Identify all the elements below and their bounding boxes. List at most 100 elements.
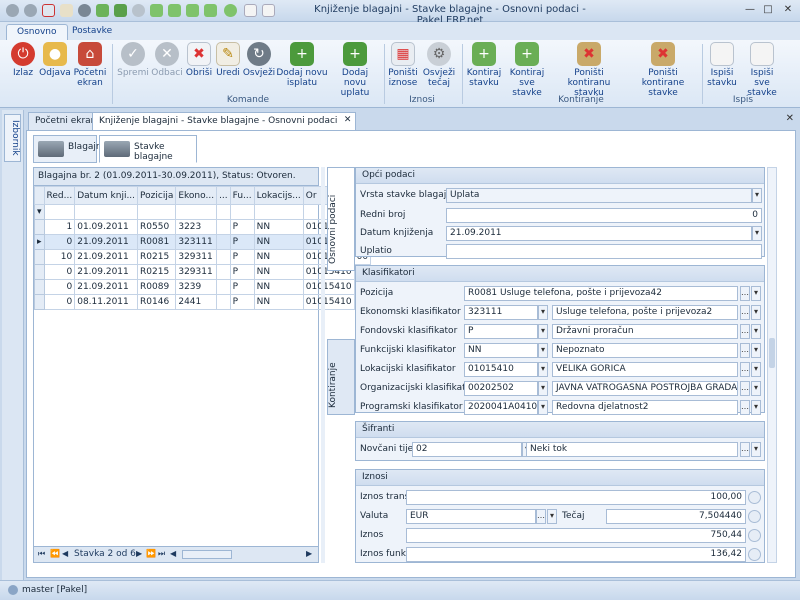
uredi-button[interactable]: ✎ Uredi: [214, 42, 242, 78]
tab-postavke[interactable]: Postavke: [62, 24, 122, 40]
subtab-blagajne[interactable]: Blagajne: [33, 135, 107, 163]
table-cell[interactable]: P: [229, 294, 255, 310]
funkc-input[interactable]: 136,42: [406, 547, 746, 562]
chevron-down-icon[interactable]: ▾: [751, 362, 761, 377]
obrisi-button[interactable]: ✖ Obriši: [184, 42, 214, 78]
odjava-button[interactable]: ● Odjava: [38, 42, 72, 78]
column-header[interactable]: Lokacijs...: [253, 186, 304, 205]
novcani-code-input[interactable]: 02: [412, 442, 522, 457]
minimize-button[interactable]: —: [742, 3, 758, 17]
table-cell[interactable]: NN: [253, 234, 304, 250]
table-cell[interactable]: R0081: [137, 234, 177, 250]
table-cell[interactable]: 21.09.2011: [74, 249, 139, 265]
table-cell[interactable]: P: [229, 219, 255, 235]
chevron-down-icon[interactable]: ▾: [751, 286, 761, 301]
row-pointer-icon[interactable]: ▸: [34, 234, 45, 250]
klasifikator-desc-input[interactable]: JAVNA VATROGASNA POSTROJBA GRADA V...: [552, 381, 738, 396]
document-icon[interactable]: [244, 4, 257, 17]
filter-cell[interactable]: [43, 204, 76, 220]
table-cell[interactable]: P: [229, 249, 255, 265]
klasifikator-code-input[interactable]: P: [464, 324, 538, 339]
chevron-down-icon[interactable]: ▾: [752, 188, 762, 203]
table-cell[interactable]: 10: [43, 249, 76, 265]
filter-cell[interactable]: [175, 204, 218, 220]
row-indicator[interactable]: [34, 249, 45, 265]
klasifikator-desc-input[interactable]: Državni proračun: [552, 324, 738, 339]
ellipsis-button[interactable]: …: [536, 509, 546, 524]
next-page-icon[interactable]: ⏩: [146, 549, 156, 558]
table-cell[interactable]: NN: [253, 294, 304, 310]
row-indicator[interactable]: [34, 219, 45, 235]
table-cell[interactable]: [216, 219, 231, 235]
klasifikator-code-input[interactable]: 01015410: [464, 362, 538, 377]
calculator-icon[interactable]: [748, 548, 761, 561]
settings-icon[interactable]: [132, 4, 145, 17]
ponisti-kontirane-button[interactable]: ✖ Poništi kontirane stavke: [628, 42, 698, 98]
table-cell[interactable]: 1: [43, 219, 76, 235]
vtab-kontiranje[interactable]: Kontiranje: [327, 339, 355, 415]
add-icon[interactable]: [114, 4, 127, 17]
table-cell[interactable]: [216, 279, 231, 295]
delete-icon[interactable]: [42, 4, 55, 17]
table-cell[interactable]: 0: [43, 234, 76, 250]
filter-icon[interactable]: ▾: [34, 204, 45, 220]
calculator-icon[interactable]: [748, 491, 761, 504]
valuta-input[interactable]: EUR: [406, 509, 536, 524]
klasifikator-code-input[interactable]: 00202502: [464, 381, 538, 396]
izbornik-toggle[interactable]: Izbornik: [4, 114, 21, 162]
table-cell[interactable]: 0: [43, 294, 76, 310]
tab-osnovno[interactable]: Osnovno: [6, 24, 68, 40]
calculator-icon[interactable]: [748, 529, 761, 542]
filter-cell[interactable]: [74, 204, 139, 220]
hscroll-thumb[interactable]: [182, 550, 232, 559]
kontiraj-stavku-button[interactable]: + Kontiraj stavku: [464, 42, 504, 88]
chevron-down-icon[interactable]: ▾: [538, 343, 548, 358]
doc-tab-knjizenje[interactable]: Knjiženje blagajni - Stavke blagajne - O…: [92, 112, 357, 130]
ellipsis-button[interactable]: …: [740, 324, 750, 339]
osvjezi-tecaj-button[interactable]: ⚙ Osvježi tečaj: [420, 42, 458, 88]
chevron-down-icon[interactable]: ▾: [751, 381, 761, 396]
chevron-down-icon[interactable]: ▾: [751, 442, 761, 457]
copy-icon[interactable]: [204, 4, 217, 17]
ellipsis-button[interactable]: …: [740, 343, 750, 358]
chevron-down-icon[interactable]: ▾: [538, 324, 548, 339]
prev-page-icon[interactable]: ⏪: [50, 549, 60, 558]
klasifikator-code-input[interactable]: 2020041A04101: [464, 400, 538, 415]
izlaz-button[interactable]: ⏻ Izlaz: [6, 42, 40, 78]
odbaci-button[interactable]: ✕ Odbaci: [150, 42, 184, 78]
table-cell[interactable]: 329311: [175, 249, 218, 265]
document-icon[interactable]: [262, 4, 275, 17]
table-cell[interactable]: 21.09.2011: [74, 279, 139, 295]
ellipsis-button[interactable]: …: [740, 442, 750, 457]
tools-icon[interactable]: [150, 4, 163, 17]
column-header[interactable]: Fu...: [229, 186, 255, 205]
klasifikator-desc-input[interactable]: Nepoznato: [552, 343, 738, 358]
ellipsis-button[interactable]: …: [740, 362, 750, 377]
dodaj-uplatu-button[interactable]: + Dodaj novu uplatu: [330, 42, 380, 98]
filter-cell[interactable]: [229, 204, 255, 220]
chevron-down-icon[interactable]: ▾: [751, 324, 761, 339]
tecaj-input[interactable]: 7,504440: [606, 509, 746, 524]
table-cell[interactable]: P: [229, 279, 255, 295]
row-indicator[interactable]: [34, 279, 45, 295]
chevron-down-icon[interactable]: ▾: [538, 400, 548, 415]
chevron-down-icon[interactable]: ▾: [751, 305, 761, 320]
chevron-down-icon[interactable]: ▾: [547, 509, 557, 524]
table-cell[interactable]: 01015410: [302, 294, 355, 310]
form-vscroll[interactable]: [767, 167, 777, 563]
maximize-button[interactable]: □: [760, 3, 776, 17]
spremi-button[interactable]: ✓ Spremi: [116, 42, 150, 78]
check-icon[interactable]: [6, 4, 19, 17]
column-header[interactable]: ...: [216, 186, 231, 205]
close-icon[interactable]: ✕: [786, 113, 794, 124]
klasifikator-desc-input[interactable]: Redovna djelatnost2: [552, 400, 738, 415]
table-cell[interactable]: 3223: [175, 219, 218, 235]
table-cell[interactable]: R0146: [137, 294, 177, 310]
table-cell[interactable]: [216, 234, 231, 250]
table-cell[interactable]: 2441: [175, 294, 218, 310]
table-cell[interactable]: [216, 249, 231, 265]
row-indicator[interactable]: [34, 264, 45, 280]
table-cell[interactable]: NN: [253, 249, 304, 265]
dodaj-isplatu-button[interactable]: + Dodaj novu isplatu: [276, 42, 328, 88]
table-cell[interactable]: 21.09.2011: [74, 234, 139, 250]
